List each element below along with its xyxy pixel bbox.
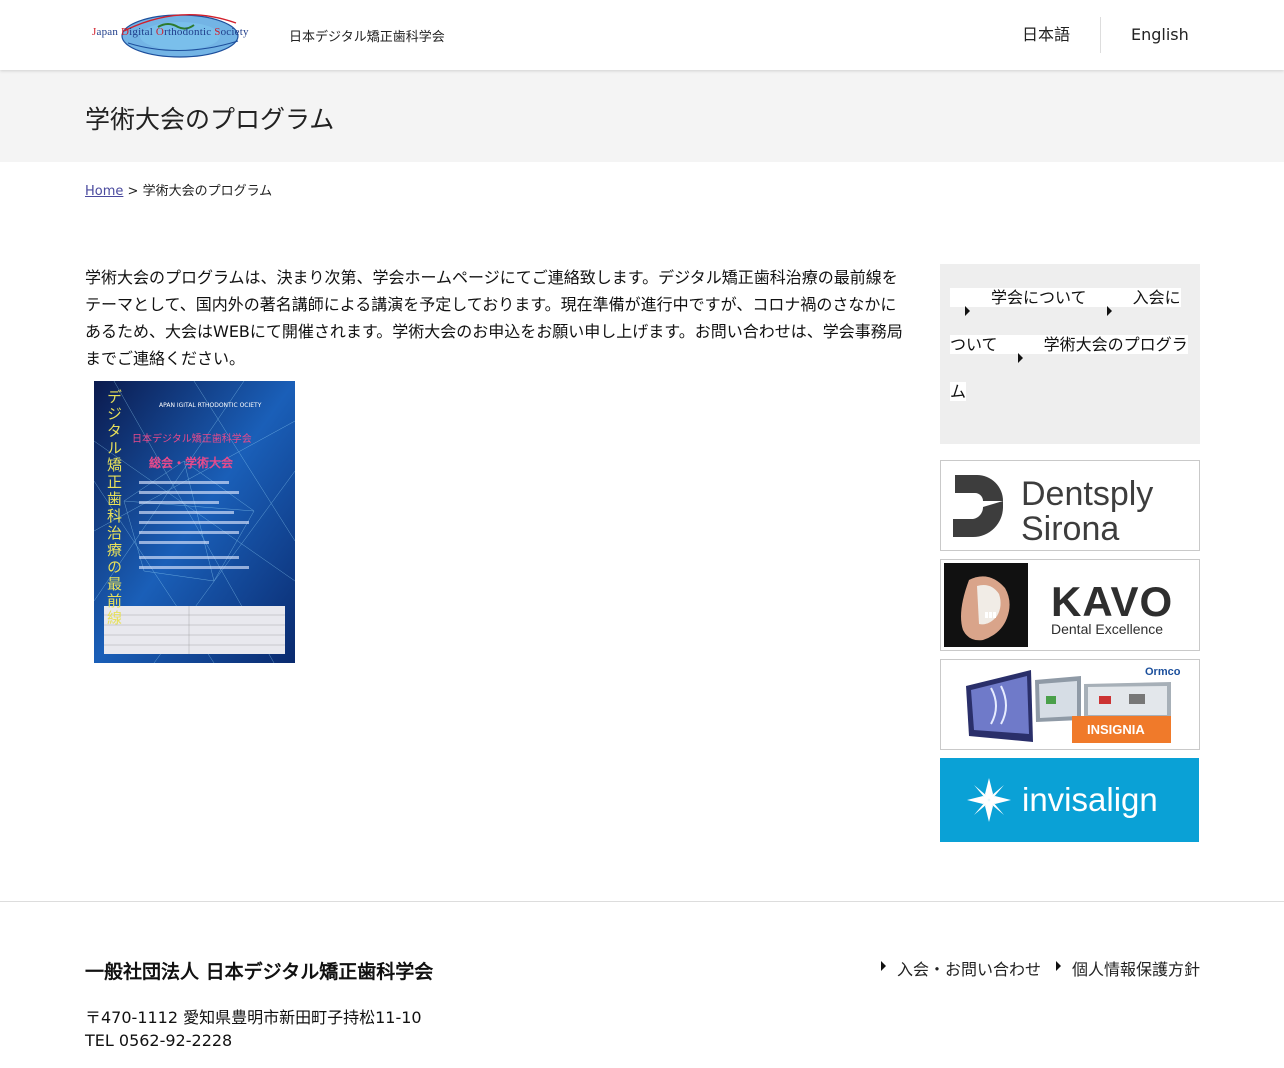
footer-organization-name: 一般社団法人 日本デジタル矯正歯科学会: [85, 961, 434, 983]
dentsply-text: Dentsply: [1021, 475, 1153, 513]
breadcrumb: Home > 学術大会のプログラム: [85, 180, 272, 199]
invisalign-logo-icon: invisalign: [967, 778, 1158, 822]
sidebar-item-label: 学会について: [991, 288, 1087, 307]
lang-japanese-link[interactable]: 日本語: [1022, 17, 1070, 53]
caret-right-icon: [1106, 306, 1112, 316]
kavo-banner[interactable]: KAVO Dental Excellence: [940, 559, 1200, 651]
sirona-text: Sirona: [1021, 510, 1119, 548]
caret-right-icon: [965, 306, 970, 316]
lang-english-link[interactable]: English: [1131, 17, 1189, 53]
sidebar-nav: 学会について 入会について 学術大会のプログラム: [940, 264, 1200, 444]
ormco-insignia-graphic-icon: Ormco INSIGNIA: [966, 666, 1181, 743]
poster-society-line: APAN IGITAL RTHODONTIC OCIETY: [159, 402, 262, 409]
logo-letter-o: O: [155, 26, 165, 38]
insignia-label: INSIGNIA: [1087, 722, 1145, 737]
sidebar-item-about[interactable]: 学会について: [950, 288, 1092, 316]
poster-graphic: APAN IGITAL RTHODONTIC OCIETY 日本デジタル矯正歯科…: [94, 381, 295, 663]
dentsply-sirona-banner[interactable]: Dentsply Sirona: [940, 460, 1200, 551]
poster-heading: 日本デジタル矯正歯科学会: [132, 432, 252, 445]
site-header: Japan Digital Orthodontic Society 日本デジタル…: [0, 0, 1284, 70]
breadcrumb-current: 学術大会のプログラム: [142, 184, 273, 199]
breadcrumb-home-link[interactable]: Home: [85, 184, 123, 199]
logo-word-ociety: ociety: [220, 26, 249, 38]
program-poster-image[interactable]: APAN IGITAL RTHODONTIC OCIETY 日本デジタル矯正歯科…: [94, 381, 295, 663]
breadcrumb-separator: >: [123, 184, 143, 199]
footer-link-label: 個人情報保護方針: [1072, 960, 1201, 979]
page-title: 学術大会のプログラム: [85, 105, 335, 134]
site-name: 日本デジタル矯正歯科学会: [289, 30, 445, 45]
caret-right-icon: [881, 961, 886, 971]
footer-divider: [0, 901, 1284, 902]
poster-vertical-title: デジタル矯正歯科治療の最前線: [105, 389, 123, 627]
kavo-tagline: Dental Excellence: [1051, 621, 1163, 637]
ormco-brand: Ormco: [1145, 666, 1181, 678]
kavo-logo-icon: KAVO Dental Excellence: [944, 563, 1173, 647]
invisalign-banner[interactable]: invisalign: [940, 758, 1199, 842]
logo-letter-d: D: [121, 26, 130, 38]
caret-right-icon: [1017, 353, 1023, 363]
footer-address: 〒470-1112 愛知県豊明市新田町子持松11-10: [85, 1008, 422, 1027]
invisalign-wordmark: invisalign: [1022, 781, 1158, 818]
intro-paragraph: 学術大会のプログラムは、決まり次第、学会ホームページにてご連絡致します。デジタル…: [85, 268, 903, 368]
caret-right-icon: [1056, 961, 1061, 971]
logo-wordmark: Japan Digital Orthodontic Society: [92, 26, 249, 38]
ormco-insignia-banner[interactable]: Ormco INSIGNIA: [940, 659, 1200, 750]
kavo-wordmark: KAVO: [1051, 578, 1173, 625]
footer-link-privacy[interactable]: 個人情報保護方針: [1056, 956, 1200, 980]
footer-link-label: 入会・お問い合わせ: [897, 960, 1042, 979]
footer-link-contact[interactable]: 入会・お問い合わせ: [881, 956, 1041, 980]
footer-telephone: TEL 0562-92-2228: [85, 1031, 233, 1050]
lang-divider: [1100, 17, 1101, 53]
page-title-band: 学術大会のプログラム: [0, 70, 1284, 162]
logo-word-rthodontic: rthodontic: [164, 26, 215, 38]
poster-subheading: 総会・学術大会: [149, 455, 234, 470]
dentsply-sirona-logo-icon: Dentsply Sirona: [953, 475, 1153, 548]
logo-word-apan: apan: [96, 26, 121, 38]
logo-word-igital: igital: [129, 26, 156, 38]
